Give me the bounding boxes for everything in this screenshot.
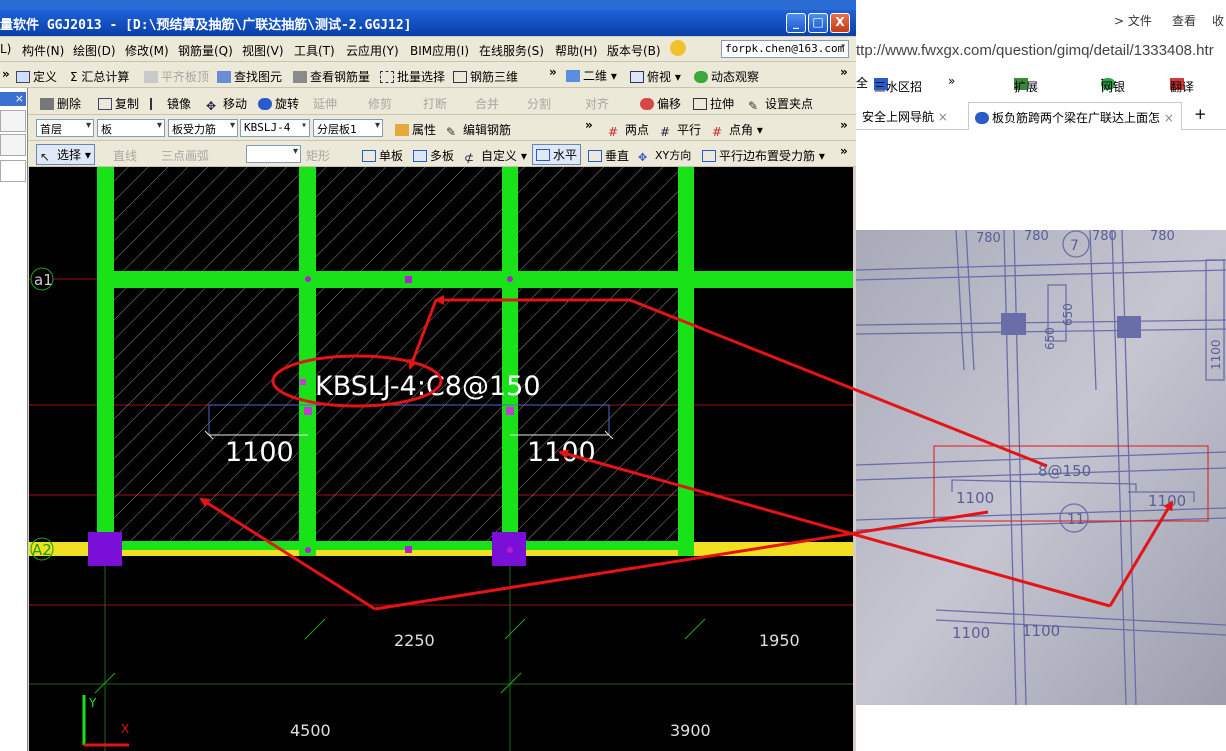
arrow-to-rebar-label xyxy=(408,299,438,370)
arrow-to-right-length xyxy=(558,449,1111,608)
annotation-overlay xyxy=(199,295,1174,611)
annotation-arrows xyxy=(199,295,1174,611)
screen: 量软件 GGJ2013 - [D:\预结算及抽筋\广联达抽筋\测试-2.GGJ1… xyxy=(0,0,1226,751)
arrow-to-photo-length xyxy=(1108,500,1174,607)
arrow-left-length-line xyxy=(374,510,989,611)
arrow-to-left-length xyxy=(199,497,376,611)
arrow-to-top-label xyxy=(434,295,1048,468)
